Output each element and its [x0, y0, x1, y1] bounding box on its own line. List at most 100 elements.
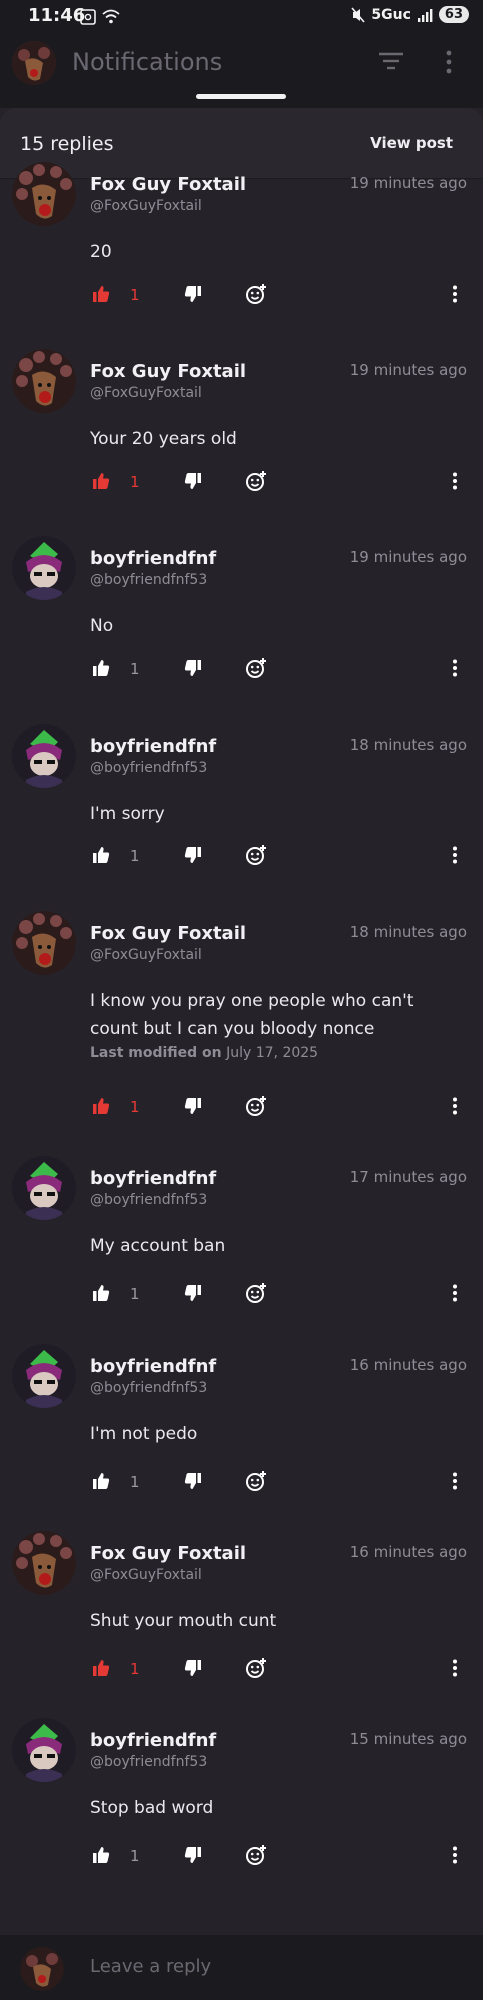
avatar[interactable]: [12, 1156, 76, 1220]
comment-author[interactable]: boyfriendfnf: [90, 548, 216, 569]
comment-author[interactable]: Fox Guy Foxtail: [90, 923, 246, 944]
thumbs-down-icon: [184, 1473, 201, 1489]
comment-author[interactable]: Fox Guy Foxtail: [90, 174, 246, 195]
fox-avatar-image: [20, 1947, 64, 1991]
comment-more-button[interactable]: [452, 1846, 458, 1868]
comment-author[interactable]: boyfriendfnf: [90, 736, 216, 757]
avatar[interactable]: [12, 911, 76, 975]
dislike-button[interactable]: [184, 1659, 202, 1681]
thumbs-up-icon: [93, 1285, 110, 1301]
header-more-button[interactable]: [445, 50, 453, 78]
add-reaction-button[interactable]: [245, 283, 267, 309]
comment-time: 19 minutes ago: [349, 548, 467, 566]
comment-more-button[interactable]: [452, 1472, 458, 1494]
add-reaction-button[interactable]: [245, 470, 267, 496]
add-reaction-button[interactable]: [245, 844, 267, 870]
screenshot-icon: [80, 9, 96, 25]
like-count: 1: [130, 1660, 140, 1678]
dislike-button[interactable]: [184, 1846, 202, 1868]
like-button[interactable]: [92, 1284, 110, 1306]
comment-item[interactable]: boyfriendfnf @boyfriendfnf53 16 minutes ag…: [0, 1330, 483, 1508]
drag-handle[interactable]: [196, 94, 286, 99]
comment-item[interactable]: boyfriendfnf @boyfriendfnf53 15 minutes ag…: [0, 1704, 483, 1882]
add-reaction-icon: [246, 1283, 266, 1303]
avatar[interactable]: [12, 536, 76, 600]
comment-more-button[interactable]: [452, 1659, 458, 1681]
comment-actions: 1: [0, 1280, 483, 1310]
comment-item[interactable]: boyfriendfnf @boyfriendfnf53 19 minutes ag…: [0, 522, 483, 695]
comment-author[interactable]: Fox Guy Foxtail: [90, 1543, 246, 1564]
comment-more-button[interactable]: [452, 846, 458, 868]
reply-input[interactable]: Leave a reply: [90, 1956, 211, 1977]
like-button[interactable]: [92, 659, 110, 681]
fox-avatar-image: [12, 349, 76, 413]
comment-item[interactable]: Fox Guy Foxtail @FoxGuyFoxtail 19 minutes …: [0, 335, 483, 508]
add-reaction-button[interactable]: [245, 1657, 267, 1683]
dislike-button[interactable]: [184, 285, 202, 307]
comment-time: 16 minutes ago: [349, 1356, 467, 1374]
comment-item[interactable]: Fox Guy Foxtail @FoxGuyFoxtail 16 minutes …: [0, 1517, 483, 1695]
comment-item[interactable]: Fox Guy Foxtail @FoxGuyFoxtail 18 minutes …: [0, 897, 483, 1133]
comment-item[interactable]: boyfriendfnf @boyfriendfnf53 18 minutes ag…: [0, 710, 483, 882]
comment-text: I know you pray one people who can't cou…: [90, 991, 414, 1039]
comment-more-button[interactable]: [452, 659, 458, 681]
add-reaction-icon: [246, 471, 266, 491]
comment-author[interactable]: boyfriendfnf: [90, 1730, 216, 1751]
like-count: 1: [130, 660, 140, 678]
avatar[interactable]: [12, 1718, 76, 1782]
dislike-button[interactable]: [184, 846, 202, 868]
add-reaction-button[interactable]: [245, 657, 267, 683]
status-bar: 11:46 5Guc 63: [0, 0, 483, 36]
dislike-button[interactable]: [184, 1097, 202, 1119]
comment-actions: 1: [0, 1093, 483, 1123]
add-reaction-button[interactable]: [245, 1470, 267, 1496]
thumbs-up-icon: [93, 473, 110, 489]
like-count: 1: [130, 847, 140, 865]
comment-item[interactable]: Fox Guy Foxtail @FoxGuyFoxtail 19 minutes …: [0, 148, 483, 321]
like-button[interactable]: [92, 472, 110, 494]
like-button[interactable]: [92, 285, 110, 307]
add-reaction-button[interactable]: [245, 1095, 267, 1121]
comment-more-button[interactable]: [452, 472, 458, 494]
thumbs-down-icon: [184, 1098, 201, 1114]
avatar[interactable]: [12, 724, 76, 788]
status-time: 11:46: [28, 5, 86, 26]
comment-author[interactable]: Fox Guy Foxtail: [90, 361, 246, 382]
comment-author[interactable]: boyfriendfnf: [90, 1168, 216, 1189]
filter-button[interactable]: [378, 50, 404, 76]
comment-text: 20: [90, 242, 112, 262]
add-reaction-icon: [246, 1658, 266, 1678]
like-button[interactable]: [92, 1846, 110, 1868]
dislike-button[interactable]: [184, 1284, 202, 1306]
avatar[interactable]: [12, 349, 76, 413]
thumbs-up-icon: [93, 1098, 110, 1114]
avatar[interactable]: [12, 1344, 76, 1408]
avatar[interactable]: [12, 41, 56, 85]
comment-time: 15 minutes ago: [349, 1730, 467, 1748]
dislike-button[interactable]: [184, 472, 202, 494]
add-reaction-button[interactable]: [245, 1844, 267, 1870]
comment-more-button[interactable]: [452, 1097, 458, 1119]
comment-more-button[interactable]: [452, 285, 458, 307]
like-button[interactable]: [92, 1659, 110, 1681]
comment-author[interactable]: boyfriendfnf: [90, 1356, 216, 1377]
thumbs-up-icon: [93, 1847, 110, 1863]
like-button[interactable]: [92, 1472, 110, 1494]
comment-time: 18 minutes ago: [349, 736, 467, 754]
add-reaction-icon: [246, 1845, 266, 1865]
avatar[interactable]: [12, 162, 76, 226]
comment-item[interactable]: boyfriendfnf @boyfriendfnf53 17 minutes ag…: [0, 1142, 483, 1320]
dislike-button[interactable]: [184, 1472, 202, 1494]
add-reaction-button[interactable]: [245, 1282, 267, 1308]
more-vertical-icon: [453, 659, 457, 677]
thumbs-up-icon: [93, 286, 110, 302]
comment-more-button[interactable]: [452, 1284, 458, 1306]
like-button[interactable]: [92, 1097, 110, 1119]
more-vertical-icon: [453, 1097, 457, 1115]
like-button[interactable]: [92, 846, 110, 868]
avatar[interactable]: [12, 1531, 76, 1595]
comment-actions: 1: [0, 655, 483, 685]
fox-avatar-image: [12, 162, 76, 226]
comment-actions: 1: [0, 468, 483, 498]
dislike-button[interactable]: [184, 659, 202, 681]
